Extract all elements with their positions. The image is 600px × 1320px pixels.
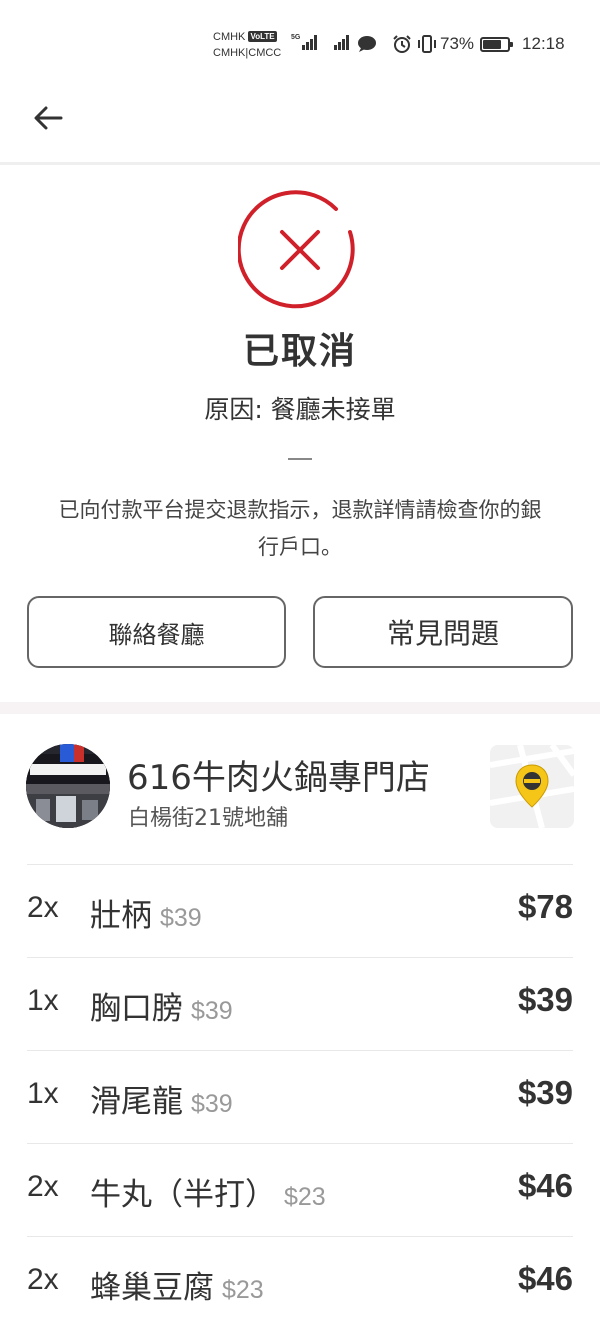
item-line-total: $78 xyxy=(517,888,573,925)
item-name-group: 牛丸（半打） $23 xyxy=(90,1169,326,1214)
section-divider xyxy=(0,702,600,714)
item-name: 牛丸（半打） xyxy=(90,1177,276,1213)
vibrate-icon xyxy=(418,35,436,53)
network-type-label: 5G xyxy=(291,34,301,41)
order-status-title: 已取消 xyxy=(242,331,357,372)
map-pin-icon xyxy=(490,745,574,828)
item-unit-price: $23 xyxy=(284,1183,326,1211)
signal-icon-2 xyxy=(334,34,352,50)
item-line-total: $39 xyxy=(517,981,573,1018)
clock: 12:18 xyxy=(522,34,565,53)
item-name-group: 蜂巢豆腐 $23 xyxy=(90,1262,264,1307)
order-items-list: 2x 壯柄 $39 $78 1x 胸口膀 $39 $39 1x 滑尾龍 $39 $39 2x 牛丸（半打）… xyxy=(27,864,573,1320)
map-thumbnail[interactable] xyxy=(490,745,574,828)
item-name: 滑尾龍 xyxy=(90,1084,183,1120)
item-line-total: $39 xyxy=(517,1074,573,1111)
cancel-reason: 原因: 餐廳未接單 xyxy=(204,395,396,424)
carrier-info: CMHK VoLTE CMHK|CMCC xyxy=(213,29,281,61)
item-line-total: $46 xyxy=(517,1260,573,1297)
order-item-row: 2x 蜂巢豆腐 $23 $46 xyxy=(27,1236,573,1320)
carrier-name: CMHK xyxy=(213,31,246,43)
back-button[interactable] xyxy=(28,98,68,138)
battery-level-fill xyxy=(483,39,501,49)
header-divider xyxy=(0,162,600,165)
carrier-secondary: CMHK|CMCC xyxy=(213,47,282,59)
item-quantity: 2x xyxy=(27,1170,59,1203)
item-unit-price: $39 xyxy=(191,1090,233,1118)
order-item-row: 2x 壯柄 $39 $78 xyxy=(27,864,573,957)
restaurant-photo xyxy=(26,744,110,828)
item-quantity: 1x xyxy=(27,984,59,1017)
item-unit-price: $39 xyxy=(160,904,202,932)
divider-dash xyxy=(288,458,312,460)
status-right-group: 73% 12:18 xyxy=(392,32,565,56)
volte-badge: VoLTE xyxy=(248,31,277,42)
item-quantity: 1x xyxy=(27,1077,59,1110)
item-name: 胸口膀 xyxy=(90,991,183,1027)
contact-restaurant-button[interactable]: 聯絡餐廳 xyxy=(27,596,286,668)
item-unit-price: $39 xyxy=(191,997,233,1025)
restaurant-avatar xyxy=(26,744,110,828)
restaurant-name[interactable]: 616牛肉火鍋專門店 xyxy=(127,750,430,799)
order-item-row: 1x 胸口膀 $39 $39 xyxy=(27,957,573,1050)
item-name: 蜂巢豆腐 xyxy=(90,1270,214,1306)
battery-percent: 73% xyxy=(440,34,475,53)
arrow-left-icon xyxy=(34,106,63,130)
signal-icon xyxy=(302,34,320,50)
item-line-total: $46 xyxy=(517,1167,573,1204)
item-name-group: 壯柄 $39 xyxy=(90,890,202,935)
item-unit-price: $23 xyxy=(222,1276,264,1304)
cancel-x-circle-icon xyxy=(238,190,355,309)
restaurant-address: 白楊街21號地舖 xyxy=(128,806,288,831)
order-item-row: 2x 牛丸（半打） $23 $46 xyxy=(27,1143,573,1236)
item-name-group: 滑尾龍 $39 xyxy=(90,1076,233,1121)
faq-button[interactable]: 常見問題 xyxy=(313,596,573,668)
alarm-icon xyxy=(393,35,411,53)
item-name-group: 胸口膀 $39 xyxy=(90,983,233,1028)
battery-icon xyxy=(480,36,514,52)
item-name: 壯柄 xyxy=(90,898,152,934)
order-item-row: 1x 滑尾龍 $39 $39 xyxy=(27,1050,573,1143)
message-icon xyxy=(358,36,376,52)
status-bar: CMHK VoLTE CMHK|CMCC 5G 73% 12:18 xyxy=(0,0,600,88)
item-quantity: 2x xyxy=(27,1263,59,1296)
refund-note: 已向付款平台提交退款指示，退款詳情請檢查你的銀行戶口。 xyxy=(58,498,542,559)
item-quantity: 2x xyxy=(27,891,59,924)
